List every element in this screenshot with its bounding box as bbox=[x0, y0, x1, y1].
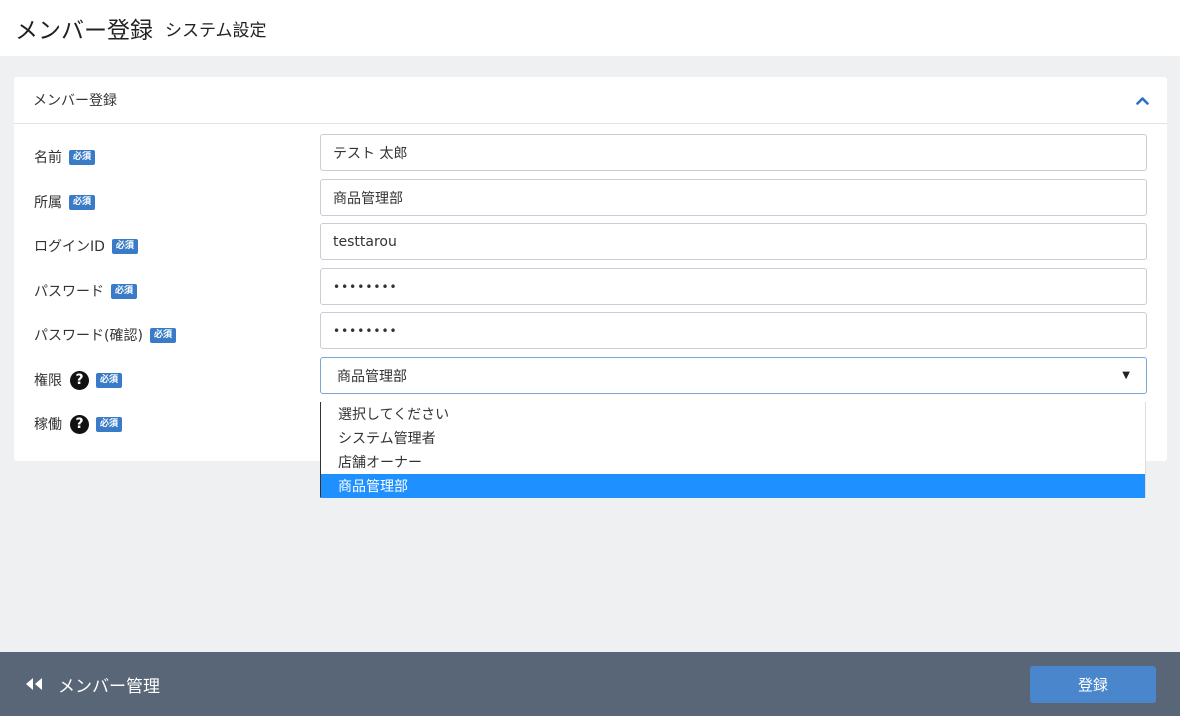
role-option[interactable]: 店舗オーナー bbox=[321, 450, 1145, 474]
field-label: 名前 bbox=[34, 150, 62, 166]
chevron-up-icon[interactable] bbox=[1135, 93, 1149, 107]
department-input[interactable]: 商品管理部 bbox=[320, 179, 1147, 216]
field-label: パスワード bbox=[34, 284, 104, 300]
page-header: メンバー登録 システム設定 bbox=[0, 0, 1180, 56]
double-left-arrow-icon bbox=[24, 677, 44, 691]
label-role: 権限 ? 必須 bbox=[34, 368, 123, 392]
required-badge: 必須 bbox=[111, 283, 138, 299]
label-department: 所属 必須 bbox=[34, 190, 96, 214]
password-confirm-input[interactable]: •••••••• bbox=[320, 312, 1147, 349]
field-label: ログインID bbox=[34, 239, 105, 255]
login-id-input[interactable]: testtarou bbox=[320, 223, 1147, 260]
label-password-confirm: パスワード(確認) 必須 bbox=[34, 323, 176, 347]
role-option-selected[interactable]: 商品管理部 bbox=[321, 474, 1145, 498]
row-login-id: ログインID 必須 testtarou bbox=[14, 223, 1167, 272]
label-active: 稼働 ? 必須 bbox=[34, 412, 123, 436]
card-header[interactable]: メンバー登録 bbox=[14, 77, 1167, 124]
label-password: パスワード 必須 bbox=[34, 279, 138, 303]
field-label: 権限 bbox=[34, 373, 62, 389]
required-badge: 必須 bbox=[149, 327, 176, 343]
role-option[interactable]: 選択してください bbox=[321, 402, 1145, 426]
field-label: 稼働 bbox=[34, 417, 62, 433]
field-label: パスワード(確認) bbox=[34, 328, 143, 344]
label-login-id: ログインID 必須 bbox=[34, 234, 138, 258]
row-name: 名前 必須 テスト 太郎 bbox=[14, 134, 1167, 183]
role-select-value: 商品管理部 bbox=[337, 368, 407, 385]
role-select[interactable]: 商品管理部 ▼ bbox=[320, 357, 1147, 394]
required-badge: 必須 bbox=[69, 149, 96, 165]
row-role: 権限 ? 必須 商品管理部 ▼ bbox=[14, 357, 1167, 406]
required-badge: 必須 bbox=[96, 416, 123, 432]
field-label: 所属 bbox=[34, 195, 62, 211]
caret-down-icon: ▼ bbox=[1122, 370, 1130, 381]
name-input[interactable]: テスト 太郎 bbox=[320, 134, 1147, 171]
page-subtitle: システム設定 bbox=[165, 20, 267, 41]
row-password-confirm: パスワード(確認) 必須 •••••••• bbox=[14, 312, 1167, 361]
register-button[interactable]: 登録 bbox=[1030, 665, 1156, 703]
footer-bar: メンバー管理 登録 bbox=[0, 652, 1180, 716]
role-dropdown-list: 選択してください システム管理者 店舗オーナー 商品管理部 bbox=[320, 402, 1146, 498]
required-badge: 必須 bbox=[96, 372, 123, 388]
card-title: メンバー登録 bbox=[33, 93, 117, 109]
back-link-label: メンバー管理 bbox=[58, 676, 160, 697]
label-name: 名前 必須 bbox=[34, 145, 96, 169]
question-circle-icon[interactable]: ? bbox=[70, 370, 89, 390]
required-badge: 必須 bbox=[111, 238, 138, 254]
role-option[interactable]: システム管理者 bbox=[321, 426, 1145, 450]
password-input[interactable]: •••••••• bbox=[320, 268, 1147, 305]
page-title: メンバー登録 bbox=[15, 18, 153, 44]
back-to-member-list-link[interactable]: メンバー管理 bbox=[24, 672, 160, 697]
question-circle-icon[interactable]: ? bbox=[70, 414, 89, 434]
required-badge: 必須 bbox=[69, 194, 96, 210]
